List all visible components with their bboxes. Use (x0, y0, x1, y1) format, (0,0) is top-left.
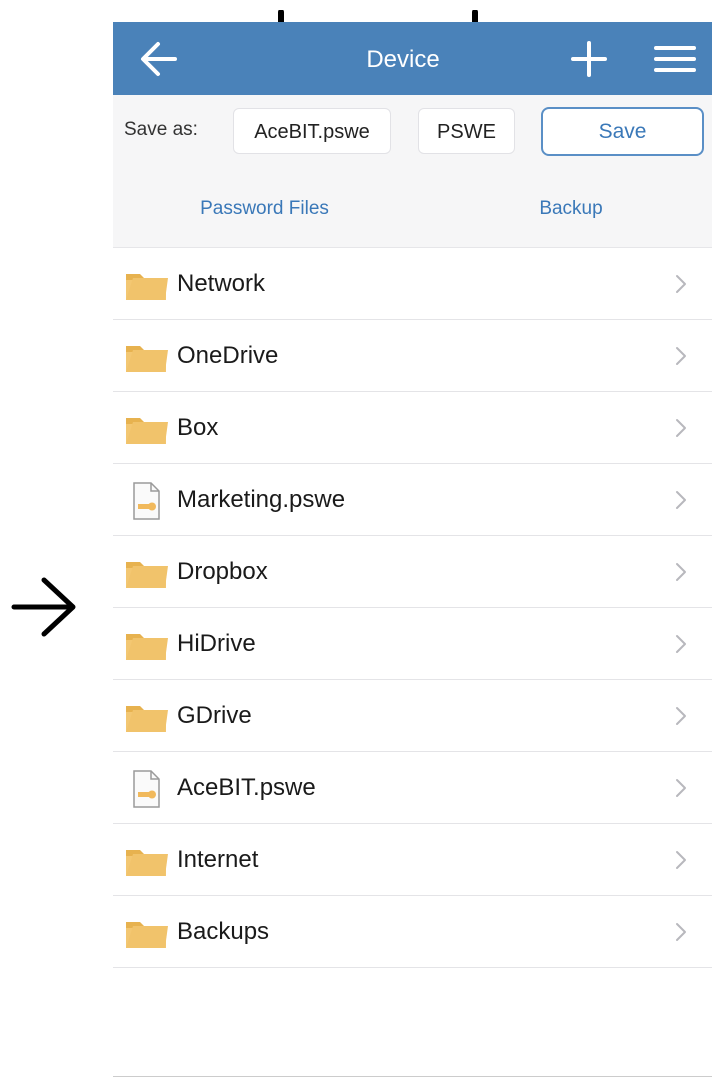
chevron-right-icon (676, 347, 686, 365)
folder-icon (124, 626, 168, 664)
list-item[interactable]: HiDrive (113, 608, 712, 680)
tab-backup[interactable]: Backup (513, 189, 629, 247)
save-as-label: Save as: (124, 119, 198, 140)
list-item[interactable]: Internet (113, 824, 712, 896)
filename-input[interactable]: AceBIT.pswe (233, 108, 391, 154)
chevron-right-icon (676, 923, 686, 941)
folder-icon (124, 842, 168, 880)
chevron-right-icon (676, 563, 686, 581)
list-item[interactable]: GDrive (113, 680, 712, 752)
extension-select[interactable]: PSWE (418, 108, 515, 154)
list-item-label: Internet (177, 846, 259, 873)
folder-icon (124, 914, 168, 952)
list-item-label: AceBIT.pswe (177, 774, 316, 801)
folder-icon (124, 554, 168, 592)
list-item-label: Marketing.pswe (177, 486, 346, 513)
chevron-right-icon (676, 779, 686, 797)
list-item[interactable]: OneDrive (113, 320, 712, 392)
list-item-label: HiDrive (177, 630, 256, 657)
file-icon (124, 482, 168, 520)
chevron-right-icon (676, 851, 686, 869)
tab-password-files[interactable]: Password Files (163, 189, 366, 247)
list-item[interactable]: AceBIT.pswe (113, 752, 712, 824)
save-as-bar: Save as: AceBIT.pswe PSWE Save (113, 95, 712, 189)
list-item-label: Network (177, 270, 266, 297)
chevron-right-icon (676, 275, 686, 293)
folder-icon (124, 410, 168, 448)
list-item[interactable]: Marketing.pswe (113, 464, 712, 536)
page-title: Device (366, 46, 440, 73)
plus-icon[interactable] (569, 39, 609, 79)
folder-icon (124, 698, 168, 736)
chevron-right-icon (676, 707, 686, 725)
folder-icon (124, 338, 168, 376)
list-item-label: Box (177, 414, 219, 441)
folder-icon (124, 266, 168, 304)
chevron-right-icon (676, 491, 686, 509)
chevron-right-icon (676, 635, 686, 653)
save-button[interactable]: Save (541, 107, 704, 156)
nav-bar: Device (113, 22, 712, 95)
list-item-label: Backups (177, 918, 270, 945)
hamburger-menu-icon[interactable] (653, 40, 697, 78)
list-item[interactable]: Box (113, 392, 712, 464)
list-item[interactable]: Network (113, 248, 712, 320)
list-item[interactable]: Dropbox (113, 536, 712, 608)
list-item-label: Dropbox (177, 558, 268, 585)
location-tabs: Password Files Backup (113, 189, 712, 248)
file-icon (124, 770, 168, 808)
list-item[interactable]: Backups (113, 896, 712, 968)
back-arrow-icon[interactable] (139, 40, 179, 78)
file-list: Network OneDrive Box Marketing.pswe Dropbox H… (113, 248, 712, 968)
bottom-divider (113, 1076, 712, 1077)
chevron-right-icon (676, 419, 686, 437)
right-arrow-annotation-icon (11, 577, 76, 637)
list-item-label: GDrive (177, 702, 252, 729)
device-screen: Device Save as: AceBIT.pswe PSWE Save Pa… (113, 22, 712, 1080)
list-item-label: OneDrive (177, 342, 279, 369)
